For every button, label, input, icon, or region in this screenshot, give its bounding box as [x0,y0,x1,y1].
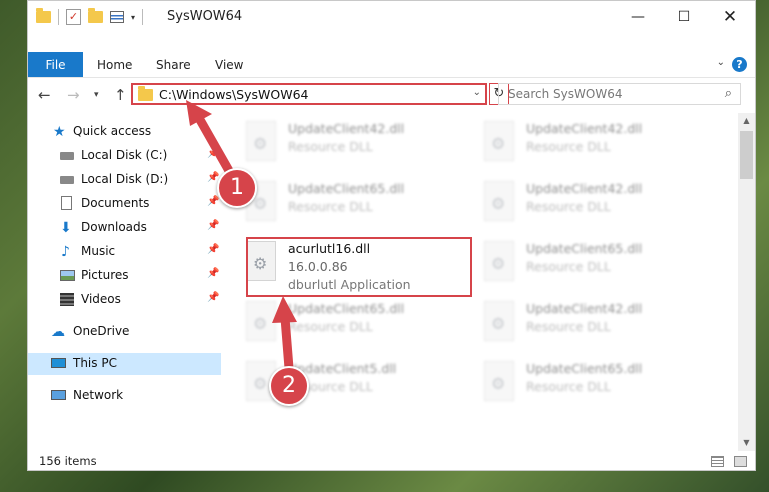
callout-badge-2: 2 [269,366,309,406]
arrow-2 [272,296,297,373]
callout-badge-1: 1 [217,168,257,208]
arrow-1 [186,100,237,181]
callout-arrows [186,100,297,373]
